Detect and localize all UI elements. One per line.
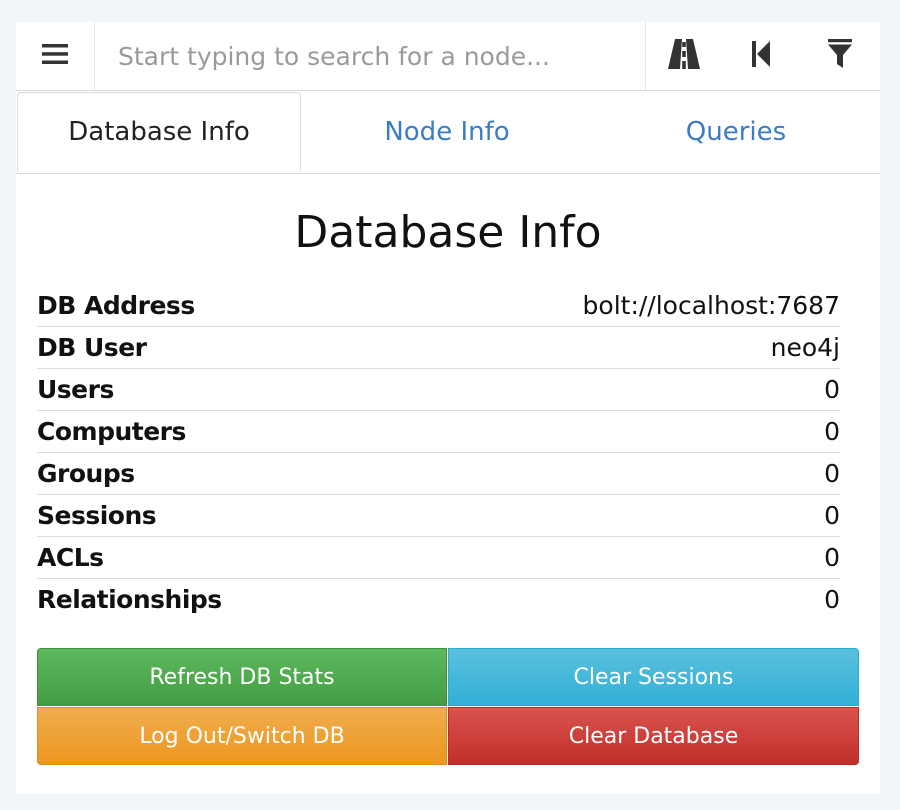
filter-button[interactable]	[802, 22, 878, 90]
page-title: Database Info	[294, 207, 602, 258]
tab-database-info[interactable]: Database Info	[17, 92, 301, 172]
menu-button[interactable]	[16, 22, 95, 90]
search-input[interactable]	[96, 22, 644, 90]
search-bar	[16, 22, 880, 91]
tab-bar: Database Info Node Info Queries	[16, 91, 880, 174]
row-label: ACLs	[37, 536, 373, 579]
tab-node-info[interactable]: Node Info	[303, 91, 591, 173]
pathfinding-button[interactable]	[646, 22, 722, 90]
back-icon	[752, 41, 772, 71]
table-row: DB Address bolt://localhost:7687	[37, 285, 840, 327]
row-label: Sessions	[37, 494, 373, 537]
table-row: Groups 0	[37, 452, 840, 495]
row-label: Users	[37, 368, 373, 411]
tab-queries[interactable]: Queries	[592, 91, 880, 173]
table-row: Computers 0	[37, 410, 840, 453]
row-label: Groups	[37, 452, 373, 495]
table-row: Users 0	[37, 368, 840, 411]
row-value: 0	[372, 368, 840, 411]
row-label: DB Address	[37, 285, 373, 327]
row-value: 0	[372, 410, 840, 453]
table-row: ACLs 0	[37, 536, 840, 579]
row-value: 0	[824, 585, 840, 614]
logout-switch-db-button[interactable]: Log Out/Switch DB	[37, 707, 447, 765]
row-label: DB User	[37, 326, 373, 369]
row-value: 0	[372, 494, 840, 537]
row-label: Relationships	[37, 585, 222, 614]
row-value: 0	[372, 452, 840, 495]
pathfinding-icon	[667, 39, 701, 73]
table-row: Sessions 0	[37, 494, 840, 537]
row-value: bolt://localhost:7687	[372, 285, 840, 327]
table-row: Relationships 0	[37, 579, 840, 621]
row-value: neo4j	[372, 326, 840, 369]
row-value: 0	[372, 536, 840, 579]
refresh-db-stats-button[interactable]: Refresh DB Stats	[37, 648, 447, 706]
database-info-panel: Database Info Node Info Queries Database…	[16, 22, 880, 794]
clear-database-button[interactable]: Clear Database	[448, 707, 859, 765]
table-row: DB User neo4j	[37, 326, 840, 369]
clear-sessions-button[interactable]: Clear Sessions	[448, 648, 859, 706]
filter-icon	[827, 39, 853, 73]
row-label: Computers	[37, 410, 373, 453]
db-stats-table: DB Address bolt://localhost:7687 DB User…	[37, 285, 840, 620]
menu-icon	[42, 43, 68, 69]
back-button[interactable]	[724, 22, 800, 90]
